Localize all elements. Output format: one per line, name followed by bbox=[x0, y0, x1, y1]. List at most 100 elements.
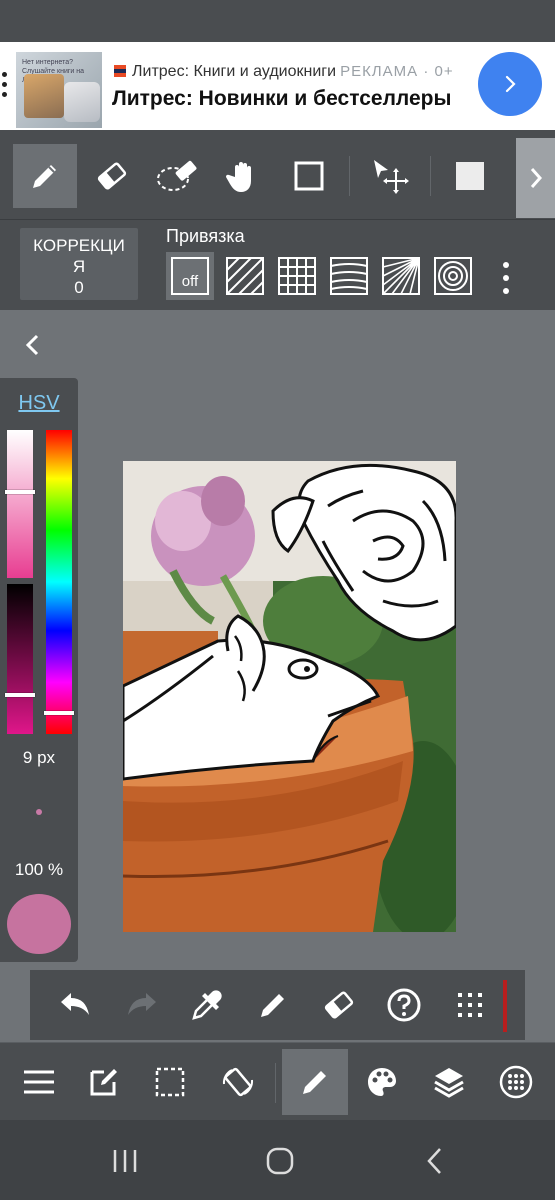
fill-square-icon bbox=[456, 162, 484, 190]
palette-button[interactable] bbox=[349, 1049, 415, 1115]
grid-icon bbox=[278, 257, 316, 295]
hue-marker[interactable] bbox=[44, 710, 74, 715]
selection-button[interactable] bbox=[137, 1049, 203, 1115]
brush-icon bbox=[303, 1071, 326, 1094]
ad-label: РЕКЛАМА · 0+ bbox=[340, 63, 454, 80]
redo-button[interactable] bbox=[116, 979, 168, 1031]
pencil-tool-button[interactable] bbox=[13, 144, 77, 208]
toolbar-more-button[interactable] bbox=[516, 138, 555, 218]
bottom-nav-bar bbox=[0, 1042, 555, 1120]
correction-value: 0 bbox=[74, 278, 84, 297]
edit-button[interactable] bbox=[71, 1049, 137, 1115]
palette-icon bbox=[368, 1068, 396, 1096]
layers-button[interactable] bbox=[416, 1049, 482, 1115]
snap-label: Привязка bbox=[166, 226, 245, 246]
ad-title[interactable]: Литрес: Новинки и бестселлеры bbox=[112, 87, 451, 111]
rectangle-tool-button[interactable] bbox=[277, 144, 341, 208]
ad-open-button[interactable] bbox=[478, 52, 542, 116]
hand-icon bbox=[225, 162, 251, 192]
menu-icon bbox=[24, 1070, 54, 1094]
rotate-canvas-button[interactable] bbox=[205, 1049, 271, 1115]
system-back-button[interactable] bbox=[412, 1138, 458, 1184]
chevron-right-icon bbox=[505, 75, 516, 93]
ad-menu-icon[interactable] bbox=[2, 72, 10, 102]
move-icon bbox=[374, 160, 409, 194]
chevron-right-icon bbox=[530, 168, 542, 188]
eyedropper-icon bbox=[192, 990, 222, 1020]
lasso-eraser-icon bbox=[157, 160, 197, 191]
color-panel: HSV 9 px 100 % bbox=[0, 378, 78, 962]
pen-button[interactable] bbox=[247, 979, 299, 1031]
help-button[interactable] bbox=[378, 979, 430, 1031]
snap-perspective-button[interactable] bbox=[377, 252, 425, 300]
snap-bar: КОРРЕКЦИ Я 0 Привязка off bbox=[0, 220, 555, 310]
saturation-marker[interactable] bbox=[5, 490, 35, 495]
brush-button[interactable] bbox=[282, 1049, 348, 1115]
snap-curve-button[interactable] bbox=[325, 252, 373, 300]
brush-size-preview bbox=[36, 809, 42, 815]
rotate-icon bbox=[222, 1067, 254, 1097]
perspective-icon bbox=[382, 257, 420, 295]
snap-more-icon[interactable] bbox=[496, 258, 516, 298]
opacity-label[interactable]: 100 % bbox=[0, 860, 78, 880]
ad-thumbnail[interactable]: Нет интернета? Слушайте книги на Литрес bbox=[16, 52, 102, 128]
chevron-left-icon bbox=[25, 334, 39, 356]
grid-dots-icon bbox=[458, 993, 482, 1017]
move-tool-button[interactable] bbox=[358, 144, 422, 208]
redo-icon bbox=[128, 993, 156, 1015]
litres-logo-icon bbox=[114, 65, 126, 77]
fill-tool-button[interactable] bbox=[438, 144, 502, 208]
home-button[interactable] bbox=[257, 1138, 303, 1184]
recent-apps-icon bbox=[113, 1150, 137, 1172]
grid-dots-button[interactable] bbox=[444, 979, 496, 1031]
curve-lines-icon bbox=[330, 257, 368, 295]
drawing-canvas[interactable] bbox=[123, 461, 456, 932]
eraser-button[interactable] bbox=[313, 979, 365, 1031]
eyedropper-button[interactable] bbox=[181, 979, 233, 1031]
undo-icon bbox=[61, 993, 89, 1015]
home-icon bbox=[266, 1147, 294, 1175]
pen-icon bbox=[261, 994, 284, 1017]
eraser-icon bbox=[97, 162, 127, 190]
action-bar bbox=[30, 970, 525, 1040]
edit-icon bbox=[90, 1069, 117, 1096]
materials-icon bbox=[499, 1065, 533, 1099]
value-marker[interactable] bbox=[5, 693, 35, 697]
snap-off-icon: off bbox=[171, 257, 209, 295]
undo-button[interactable] bbox=[49, 979, 101, 1031]
value-slider[interactable] bbox=[7, 584, 33, 734]
materials-button[interactable] bbox=[483, 1049, 549, 1115]
hsv-mode-link[interactable]: HSV bbox=[0, 392, 78, 415]
ad-banner[interactable]: Нет интернета? Слушайте книги на Литрес … bbox=[0, 42, 555, 130]
correction-button[interactable]: КОРРЕКЦИ Я 0 bbox=[20, 228, 138, 300]
concentric-circles-icon bbox=[434, 257, 472, 295]
help-icon bbox=[387, 988, 421, 1022]
status-bar bbox=[0, 0, 555, 42]
lasso-eraser-tool-button[interactable] bbox=[145, 144, 209, 208]
ad-source: Литрес: Книги и аудиокниги РЕКЛАМА · 0+ bbox=[114, 63, 454, 81]
saturation-slider[interactable] bbox=[7, 430, 33, 578]
snap-off-button[interactable]: off bbox=[166, 252, 214, 300]
panel-collapse-button[interactable] bbox=[18, 330, 48, 360]
color-indicator-bar bbox=[503, 980, 507, 1032]
hand-tool-button[interactable] bbox=[212, 144, 276, 208]
artwork bbox=[123, 461, 456, 932]
parallel-lines-icon bbox=[226, 257, 264, 295]
current-color-swatch[interactable] bbox=[7, 894, 71, 954]
back-icon bbox=[427, 1148, 441, 1174]
pencil-icon bbox=[33, 165, 56, 188]
snap-grid-button[interactable] bbox=[273, 252, 321, 300]
hue-slider[interactable] bbox=[46, 430, 72, 734]
selection-icon bbox=[155, 1067, 185, 1097]
tool-toolbar bbox=[0, 130, 555, 220]
snap-parallel-button[interactable] bbox=[221, 252, 269, 300]
snap-concentric-button[interactable] bbox=[429, 252, 477, 300]
menu-button[interactable] bbox=[6, 1049, 72, 1115]
system-nav-bar bbox=[0, 1120, 555, 1200]
recent-apps-button[interactable] bbox=[102, 1138, 148, 1184]
layers-icon bbox=[434, 1068, 464, 1098]
rectangle-icon bbox=[294, 161, 324, 191]
eraser-tool-button[interactable] bbox=[80, 144, 144, 208]
brush-size-label[interactable]: 9 px bbox=[0, 748, 78, 768]
eraser-icon bbox=[324, 991, 354, 1019]
